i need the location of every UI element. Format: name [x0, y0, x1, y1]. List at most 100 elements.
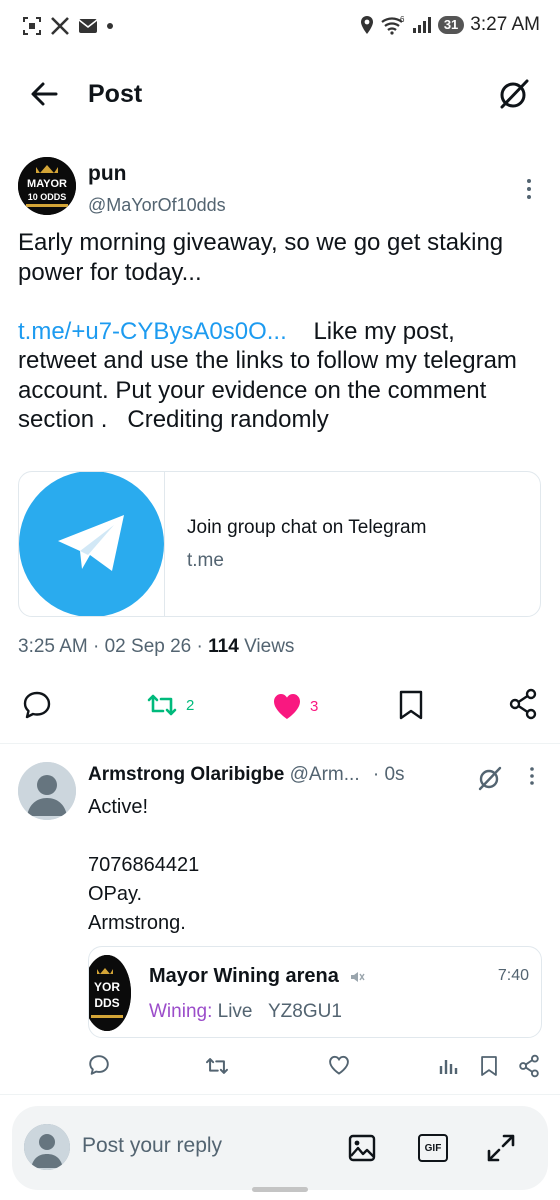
reply-views-button[interactable]: [438, 1056, 458, 1076]
bookmark-icon: [399, 690, 423, 720]
retweet-button[interactable]: 2: [146, 692, 194, 718]
retweet-icon: [147, 694, 177, 716]
post-action-bar: 2 3: [0, 680, 560, 730]
grok-icon: [500, 79, 529, 109]
battery-icon: 31: [437, 16, 465, 34]
retweet-icon: [206, 1058, 228, 1074]
default-avatar-icon: [24, 1124, 70, 1170]
quote-avatar-text-1: YOR: [94, 980, 120, 994]
reply-action-bar: [0, 1050, 560, 1086]
default-avatar-icon: [18, 762, 76, 820]
reply-retweet-button[interactable]: [204, 1056, 230, 1076]
heart-icon: [329, 1055, 349, 1075]
reply-comment-button[interactable]: [88, 1054, 110, 1076]
reply-button[interactable]: [22, 690, 52, 720]
bookmark-button[interactable]: [398, 690, 424, 720]
divider: [0, 1094, 560, 1095]
x-app-icon: [51, 17, 69, 35]
post-meta: 3:25 AM · 02 Sep 26 · 114 Views: [18, 636, 294, 658]
card-image: [19, 472, 165, 616]
reply-share-button[interactable]: [518, 1054, 540, 1078]
post-text: Early morning giveaway, so we go get sta…: [18, 228, 538, 435]
reply-input[interactable]: Post your reply: [82, 1134, 222, 1158]
reply-grok-button[interactable]: [476, 764, 504, 792]
muted-icon: [350, 971, 365, 982]
post-time: 3:25 AM: [18, 636, 88, 657]
telegram-logo-icon: [19, 472, 164, 616]
page-title: Post: [88, 80, 143, 108]
reply-author-handle[interactable]: @Arm...: [290, 764, 360, 785]
back-button[interactable]: [28, 78, 68, 114]
reply-header: Armstrong Olaribigbe @Arm... · 0s: [88, 764, 405, 786]
status-left-icons: [22, 16, 114, 36]
bookmark-icon: [481, 1056, 497, 1076]
expand-composer-button[interactable]: [486, 1133, 516, 1163]
home-indicator[interactable]: [252, 1187, 308, 1192]
more-vertical-icon: [530, 767, 534, 785]
quote-time: 7:40: [497, 967, 529, 984]
author-avatar[interactable]: MAYOR 10 ODDS: [18, 157, 76, 215]
status-right: 6 31 3:27 AM: [360, 14, 540, 36]
post-date: 02 Sep 26: [104, 636, 192, 657]
gif-button[interactable]: GIF: [418, 1134, 448, 1162]
avatar-text-2: 10 ODDS: [28, 192, 67, 202]
avatar-text-1: MAYOR: [27, 178, 67, 190]
add-image-button[interactable]: [348, 1134, 376, 1162]
divider: [0, 743, 560, 744]
location-icon: [360, 16, 373, 34]
gif-label: GIF: [424, 1142, 442, 1154]
reply-time: 0s: [384, 764, 405, 785]
expand-icon: [487, 1134, 515, 1162]
signal-icon: [412, 17, 431, 33]
screenshot-icon: [23, 17, 41, 35]
share-icon: [509, 688, 537, 720]
share-icon: [519, 1054, 539, 1078]
dot-icon: [107, 23, 113, 29]
mail-icon: [78, 19, 98, 33]
post-link[interactable]: t.me/+u7-CYBysA0s0O...: [18, 318, 287, 345]
quote-sub-rest: Live YZ8GU1: [212, 1001, 342, 1022]
heart-filled-icon: [274, 694, 300, 719]
quote-subtitle: Wining: Live YZ8GU1: [149, 1001, 342, 1023]
views-count: 114: [208, 636, 239, 657]
like-button[interactable]: 3: [272, 692, 318, 720]
arrow-left-icon: [31, 82, 58, 106]
quote-sub-label: Wining:: [149, 1001, 213, 1022]
post-text-part1: Early morning giveaway, so we go get sta…: [18, 229, 504, 286]
reply-like-button[interactable]: [328, 1055, 350, 1075]
wifi-icon: 6: [381, 15, 405, 35]
reply-bookmark-button[interactable]: [480, 1055, 498, 1077]
comment-icon: [23, 691, 51, 719]
author-handle[interactable]: @MaYorOf10dds: [88, 195, 226, 216]
analytics-icon: [439, 1060, 458, 1074]
card-domain: t.me: [187, 550, 224, 571]
meta-separator: ·: [196, 636, 203, 657]
reply-separator: ·: [372, 764, 380, 785]
reply-author-name[interactable]: Armstrong Olaribigbe: [88, 764, 284, 785]
mayor-logo: MAYOR 10 ODDS: [18, 157, 76, 215]
views-label[interactable]: Views: [244, 636, 294, 657]
comment-icon: [89, 1055, 109, 1075]
quote-title: Mayor Wining arena: [149, 965, 365, 988]
reply-more-button[interactable]: [528, 766, 536, 786]
author-name[interactable]: pun: [88, 162, 126, 186]
image-icon: [348, 1134, 376, 1162]
link-card[interactable]: Join group chat on Telegram t.me: [18, 471, 541, 617]
grok-button[interactable]: [496, 76, 536, 116]
quote-avatar: YOR DDS: [89, 955, 131, 1031]
network-badge: 6: [400, 15, 405, 24]
reply-avatar[interactable]: [18, 762, 76, 820]
like-count: 3: [310, 697, 319, 715]
reply-composer[interactable]: Post your reply GIF: [12, 1106, 548, 1190]
my-avatar: [24, 1124, 70, 1170]
more-vertical-icon: [527, 179, 531, 199]
grok-icon: [478, 766, 502, 791]
mayor-logo: YOR DDS: [89, 955, 131, 1031]
quote-avatar-text-2: DDS: [94, 996, 119, 1010]
reply-quote-card[interactable]: YOR DDS Mayor Wining arena 7:40 Wining: …: [88, 946, 542, 1038]
reply-text: Active! 7076864421 OPay. Armstrong.: [88, 796, 200, 934]
more-options-button[interactable]: [524, 178, 534, 200]
card-title: Join group chat on Telegram: [187, 517, 427, 538]
share-button[interactable]: [508, 688, 538, 720]
status-bar: 6 31 3:27 AM: [0, 0, 560, 56]
